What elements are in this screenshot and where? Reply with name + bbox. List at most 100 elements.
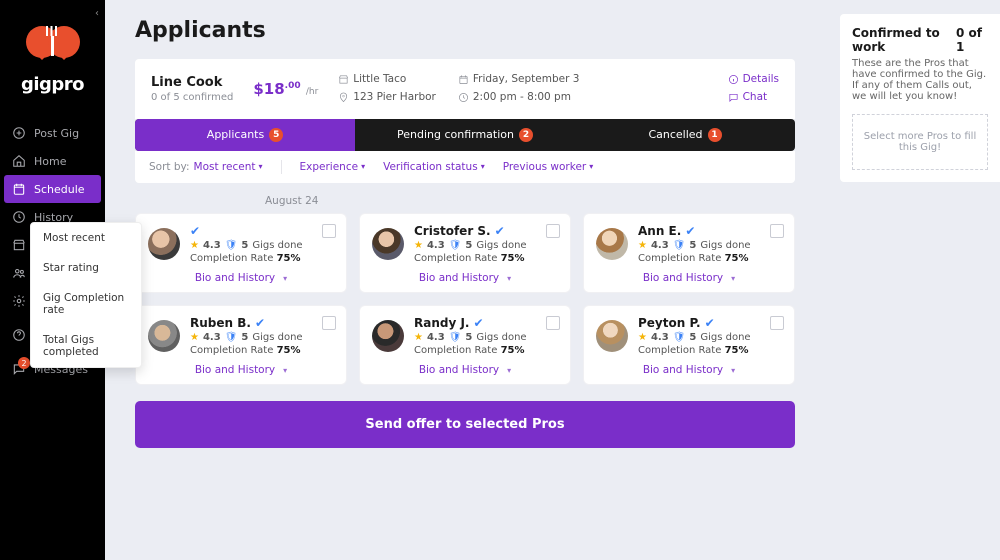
sort-option[interactable]: Gig Completion rate — [31, 283, 141, 325]
avatar — [372, 228, 404, 260]
storefront-icon — [12, 238, 26, 252]
bio-toggle[interactable]: Bio and History▾ — [148, 364, 334, 376]
completion-rate: Completion Rate 75% — [638, 345, 751, 356]
collapse-icon[interactable]: ‹ — [95, 8, 99, 19]
nav-schedule[interactable]: Schedule — [4, 175, 101, 203]
nav-badge: 2 — [18, 357, 30, 369]
nav-home[interactable]: Home — [0, 147, 105, 175]
applicant-card: Randy J. ✔ ★ 4.3 🛡 5 Gigs done Completion … — [359, 305, 571, 385]
star-icon: ★ — [638, 332, 647, 343]
send-offer-button[interactable]: Send offer to selected Pros — [135, 401, 795, 448]
select-checkbox[interactable] — [546, 224, 560, 238]
star-icon: ★ — [190, 332, 199, 343]
clock-icon — [458, 92, 469, 103]
nav-label: Home — [34, 155, 66, 168]
tab-count: 1 — [708, 128, 722, 142]
tab-pending-confirmation[interactable]: Pending confirmation2 — [355, 119, 575, 151]
verified-icon: ✔ — [255, 316, 265, 330]
applicant-stats: ★ 4.3 🛡 5 Gigs done — [190, 240, 303, 251]
shield-icon: 🛡 — [673, 332, 686, 343]
bio-toggle[interactable]: Bio and History▾ — [596, 272, 782, 284]
gear-icon — [12, 294, 26, 308]
select-checkbox[interactable] — [770, 224, 784, 238]
verified-icon: ✔ — [495, 224, 505, 238]
chevron-down-icon: ▾ — [507, 274, 511, 283]
tab-cancelled[interactable]: Cancelled1 — [575, 119, 795, 151]
avatar — [596, 228, 628, 260]
filter-experience[interactable]: Experience ▾ — [300, 161, 366, 173]
pin-icon — [338, 92, 349, 103]
star-icon: ★ — [190, 240, 199, 251]
chat-icon — [728, 92, 739, 103]
tab-count: 5 — [269, 128, 283, 142]
clock-icon — [12, 210, 26, 224]
sort-label: Sort by: — [149, 161, 190, 173]
select-checkbox[interactable] — [322, 316, 336, 330]
sort-option[interactable]: Star rating — [31, 253, 141, 283]
filter-verification[interactable]: Verification status ▾ — [383, 161, 485, 173]
applicant-name: Cristofer S. ✔ — [414, 224, 527, 238]
applicant-card: Cristofer S. ✔★ 4.3 🛡 5 Gigs doneComplet… — [359, 213, 571, 293]
sort-dropdown: Most recentStar ratingGig Completion rat… — [30, 222, 142, 368]
verified-icon: ✔ — [474, 316, 484, 330]
applicant-stats: ★ 4.3 🛡 5 Gigs done — [638, 240, 751, 251]
completion-rate: Completion Rate 75% — [638, 253, 751, 264]
sort-dropdown-trigger[interactable]: Most recent ▾ — [194, 161, 263, 173]
shield-icon: 🛡 — [673, 240, 686, 251]
avatar — [596, 320, 628, 352]
select-checkbox[interactable] — [546, 316, 560, 330]
verified-icon: ✔ — [705, 316, 715, 330]
bio-toggle[interactable]: Bio and History▾ — [372, 272, 558, 284]
brand-logo[interactable]: gigpro — [0, 0, 105, 113]
brand-name: gigpro — [21, 74, 84, 95]
bio-toggle[interactable]: Bio and History▾ — [596, 364, 782, 376]
applicant-name: Ann E. ✔ — [638, 224, 751, 238]
gig-address: 123 Pier Harbor — [353, 89, 436, 107]
bio-toggle[interactable]: Bio and History▾ — [372, 364, 558, 376]
home-icon — [12, 154, 26, 168]
avatar — [148, 228, 180, 260]
select-checkbox[interactable] — [770, 316, 784, 330]
confirmed-panel: Confirmed to work 0 of 1 These are the P… — [840, 14, 1000, 182]
gig-time: 2:00 pm - 8:00 pm — [473, 89, 571, 107]
nav-post-gig[interactable]: Post Gig — [0, 119, 105, 147]
chevron-down-icon: ▾ — [731, 366, 735, 375]
sort-option[interactable]: Most recent — [31, 223, 141, 253]
confirmed-cta[interactable]: Select more Pros to fill this Gig! — [852, 114, 988, 170]
nav-label: Schedule — [34, 183, 85, 196]
details-link[interactable]: Details — [728, 71, 779, 89]
shield-icon: 🛡 — [225, 240, 238, 251]
gig-venue: Little Taco — [353, 71, 406, 89]
nav-label: Post Gig — [34, 127, 79, 140]
gig-role: Line Cook — [151, 75, 233, 90]
applicant-stats: ★ 4.3 🛡 5 Gigs done — [414, 332, 527, 343]
plus-circle-icon — [12, 126, 26, 140]
applicant-name: Peyton P. ✔ — [638, 316, 751, 330]
applicant-card: Peyton P. ✔ ★ 4.3 🛡 5 Gigs done Completion… — [583, 305, 795, 385]
confirmed-title: Confirmed to work — [852, 26, 956, 54]
star-icon: ★ — [414, 332, 423, 343]
shield-icon: 🛡 — [225, 332, 238, 343]
tab-applicants[interactable]: Applicants5 — [135, 119, 355, 151]
chevron-down-icon: ▾ — [731, 274, 735, 283]
select-checkbox[interactable] — [322, 224, 336, 238]
filter-bar: Sort by: Most recent ▾ Experience ▾ Veri… — [135, 151, 795, 183]
applicant-stats: ★ 4.3 🛡 5 Gigs done — [638, 332, 751, 343]
completion-rate: Completion Rate 75% — [414, 345, 527, 356]
main-content: Applicants Line Cook 0 of 5 confirmed $1… — [105, 0, 825, 560]
completion-rate: Completion Rate 75% — [190, 253, 303, 264]
chevron-down-icon: ▾ — [283, 366, 287, 375]
gig-rate: $18.00 /hr — [253, 80, 318, 98]
applicant-name: Randy J. ✔ — [414, 316, 527, 330]
question-icon — [12, 328, 26, 342]
bio-toggle[interactable]: Bio and History▾ — [148, 272, 334, 284]
calendar-icon — [458, 74, 469, 85]
gig-confirmed-count: 0 of 5 confirmed — [151, 92, 233, 103]
filter-previous-worker[interactable]: Previous worker ▾ — [503, 161, 594, 173]
storefront-icon — [338, 74, 349, 85]
tab-count: 2 — [519, 128, 533, 142]
chat-link[interactable]: Chat — [728, 89, 779, 107]
chevron-down-icon: ▾ — [258, 162, 262, 171]
sort-option[interactable]: Total Gigs completed — [31, 325, 141, 367]
applicant-card: Ruben B. ✔★ 4.3 🛡 5 Gigs doneCompletion … — [135, 305, 347, 385]
